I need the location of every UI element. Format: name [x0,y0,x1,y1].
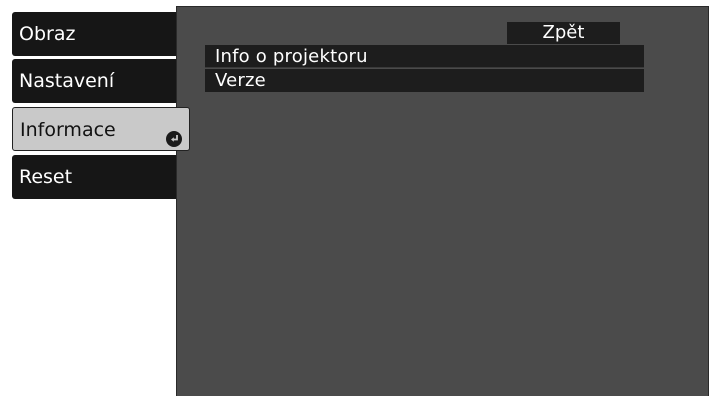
menu-item-informace[interactable]: Informace [12,107,190,151]
submenu-panel: Zpět Info o projektoru Verze [176,6,709,396]
menu-item-label: Reset [19,166,73,188]
back-button[interactable]: Zpět [507,22,620,44]
menu-item-nastaveni[interactable]: Nastavení [12,59,176,103]
menu-item-reset[interactable]: Reset [12,155,176,199]
menu-item-label: Nastavení [19,70,115,92]
enter-return-icon [165,120,183,147]
menu-item-label: Obraz [19,23,76,45]
submenu-item-verze[interactable]: Verze [205,69,644,92]
menu-item-obraz[interactable]: Obraz [12,12,176,56]
menu-item-label: Informace [20,119,116,141]
projector-menu-screen: Obraz Nastavení Informace Reset Zpět Inf… [0,0,715,396]
submenu-item-info-o-projektoru[interactable]: Info o projektoru [205,45,644,68]
